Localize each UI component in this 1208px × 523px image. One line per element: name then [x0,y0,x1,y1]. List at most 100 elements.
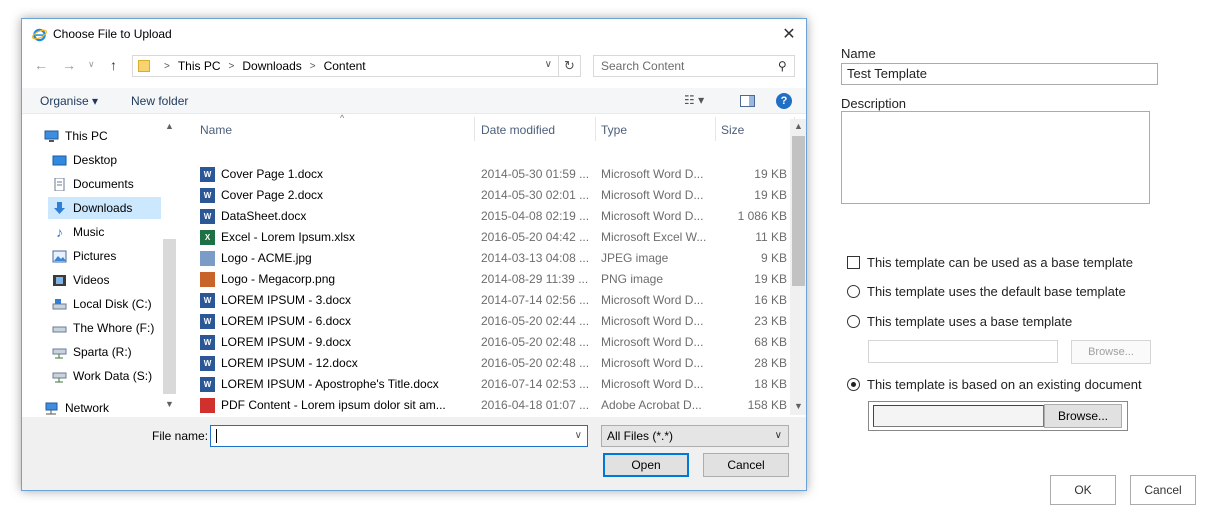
breadcrumb-separator-icon: > [309,60,316,72]
up-arrow-icon[interactable]: ↑ [110,57,117,73]
nav-item-videos[interactable]: Videos [52,269,159,291]
command-toolbar: Organise ▾ New folder ☷ ▾ ? [22,88,806,114]
breadcrumb-content[interactable]: Content [324,59,366,73]
file-date: 2015-04-08 02:19 ... [481,209,590,223]
nav-item-network[interactable]: Network [44,397,159,419]
nav-item-this-pc[interactable]: This PC [44,125,159,147]
column-header-name[interactable]: Name [200,123,232,137]
file-row[interactable]: W LOREM IPSUM - Apostrophe's Title.docx 20… [192,374,792,395]
folder-icon [138,60,150,72]
name-input[interactable]: Test Template [841,63,1158,85]
search-placeholder: Search Content [601,59,685,73]
search-input[interactable]: Search Content ⚲ [593,55,795,77]
nav-item-local-disk[interactable]: Local Disk (C:) [52,293,159,315]
file-row[interactable]: W Cover Page 1.docx 2014-05-30 01:59 ... Mi… [192,164,792,185]
default-base-template-radio[interactable] [847,285,860,298]
file-path-field[interactable] [873,405,1044,427]
word-file-icon: W [200,356,215,371]
nav-item-work-data[interactable]: Work Data (S:) [52,365,159,387]
disk-icon [52,298,67,311]
back-arrow-icon[interactable]: ← [34,57,48,73]
navigation-scrollbar[interactable]: ▲ ▼ [161,119,178,415]
help-icon[interactable]: ? [776,93,792,109]
scroll-up-icon[interactable]: ▲ [794,121,803,131]
column-divider[interactable] [715,117,716,141]
nav-item-sparta[interactable]: Sparta (R:) [52,341,159,363]
dialog-cancel-button[interactable]: Cancel [703,453,789,477]
scroll-down-icon[interactable]: ▼ [165,399,174,409]
scroll-down-icon[interactable]: ▼ [794,401,803,411]
close-icon[interactable]: ✕ [772,19,806,49]
column-header-size[interactable]: Size [721,123,744,137]
nav-item-pictures[interactable]: Pictures [52,245,159,267]
column-divider[interactable] [474,117,475,141]
column-header-date[interactable]: Date modified [481,123,555,137]
open-button[interactable]: Open [603,453,689,477]
breadcrumb-downloads[interactable]: Downloads [242,59,301,73]
file-type: Microsoft Word D... [601,377,704,391]
new-folder-button[interactable]: New folder [131,94,188,108]
file-name-dropdown-icon[interactable]: ∨ [575,430,582,441]
nav-item-desktop[interactable]: Desktop [52,149,159,171]
address-dropdown-icon[interactable]: ∨ [545,59,552,70]
base-template-checkbox[interactable] [847,256,860,269]
file-date: 2016-05-20 02:48 ... [481,335,590,349]
scroll-thumb[interactable] [163,239,176,394]
word-file-icon: W [200,293,215,308]
change-view-icon[interactable]: ☷ ▾ [684,93,704,107]
scroll-up-icon[interactable]: ▲ [165,121,174,131]
organise-button[interactable]: Organise ▾ [40,94,98,108]
uses-base-template-radio[interactable] [847,315,860,328]
pictures-icon [52,250,67,263]
breadcrumb-separator-icon: > [228,60,235,72]
preview-pane-icon[interactable] [740,95,755,107]
file-row[interactable]: W DataSheet.docx 2015-04-08 02:19 ... Micro… [192,206,792,227]
forward-arrow-icon[interactable]: → [62,57,76,73]
file-type-select[interactable]: All Files (*.*) ∨ [601,425,789,447]
file-date: 2014-08-29 11:39 ... [481,272,589,286]
file-row[interactable]: W Cover Page 2.docx 2014-05-30 02:01 ... Mi… [192,185,792,206]
description-textarea[interactable] [841,111,1150,204]
file-row[interactable]: W LOREM IPSUM - 9.docx 2016-05-20 02:48 ..… [192,332,792,353]
browse-button[interactable]: Browse... [1044,404,1122,428]
cancel-button[interactable]: Cancel [1130,475,1196,505]
file-type: Microsoft Word D... [601,356,704,370]
nav-item-music[interactable]: ♪ Music [52,221,159,243]
nav-item-label: Local Disk (C:) [73,297,152,311]
file-name-input[interactable]: ∨ [210,425,588,447]
nav-item-documents[interactable]: Documents [52,173,159,195]
file-row[interactable]: W LOREM IPSUM - 6.docx 2016-05-20 02:44 ..… [192,311,792,332]
nav-item-downloads[interactable]: Downloads [48,197,161,219]
file-row[interactable]: Logo - Megacorp.png 2014-08-29 11:39 ... P… [192,269,792,290]
file-row[interactable]: PDF Content - Lorem ipsum dolor sit am..… [192,395,792,416]
recent-locations-chevron-icon[interactable]: ∨ [88,59,95,70]
file-list-scrollbar[interactable]: ▲ ▼ [790,119,806,415]
word-file-icon: W [200,335,215,350]
column-divider[interactable] [595,117,596,141]
file-size: 19 KB [754,167,787,181]
existing-document-radio-option[interactable]: This template is based on an existing do… [847,377,1142,392]
uses-base-template-radio-option[interactable]: This template uses a base template [847,314,1072,329]
file-row[interactable]: Logo - ACME.jpg 2014-03-13 04:08 ... JPEG … [192,248,792,269]
drive-icon [52,322,67,335]
dialog-titlebar[interactable]: Choose File to Upload ✕ [22,19,806,49]
breadcrumb-this-pc[interactable]: This PC [178,59,221,73]
nav-item-drive-f[interactable]: The Whore (F:) [52,317,159,339]
file-row[interactable]: W LOREM IPSUM - 3.docx 2014-07-14 02:56 ..… [192,290,792,311]
file-date: 2016-04-18 01:07 ... [481,398,590,412]
address-bar[interactable]: > This PC > Downloads > Content ∨ [132,55,559,77]
file-row[interactable]: W LOREM IPSUM - 12.docx 2016-05-20 02:48 .… [192,353,792,374]
refresh-icon[interactable]: ↻ [559,55,581,77]
file-name: DataSheet.docx [221,209,307,223]
file-list: ^ Name Date modified Type Size W Cover Pa… [192,113,806,434]
file-row[interactable]: X Excel - Lorem Ipsum.xlsx 2016-05-20 04:4… [192,227,792,248]
ok-button[interactable]: OK [1050,475,1116,505]
base-template-checkbox-option[interactable]: This template can be used as a base temp… [847,255,1133,270]
column-header-type[interactable]: Type [601,123,627,137]
file-date: 2016-05-20 02:44 ... [481,314,590,328]
scroll-thumb[interactable] [792,136,805,286]
default-base-template-radio-option[interactable]: This template uses the default base temp… [847,284,1126,299]
existing-document-radio[interactable] [847,378,860,391]
file-type: Microsoft Word D... [601,167,704,181]
file-name: PDF Content - Lorem ipsum dolor sit am..… [221,398,446,412]
